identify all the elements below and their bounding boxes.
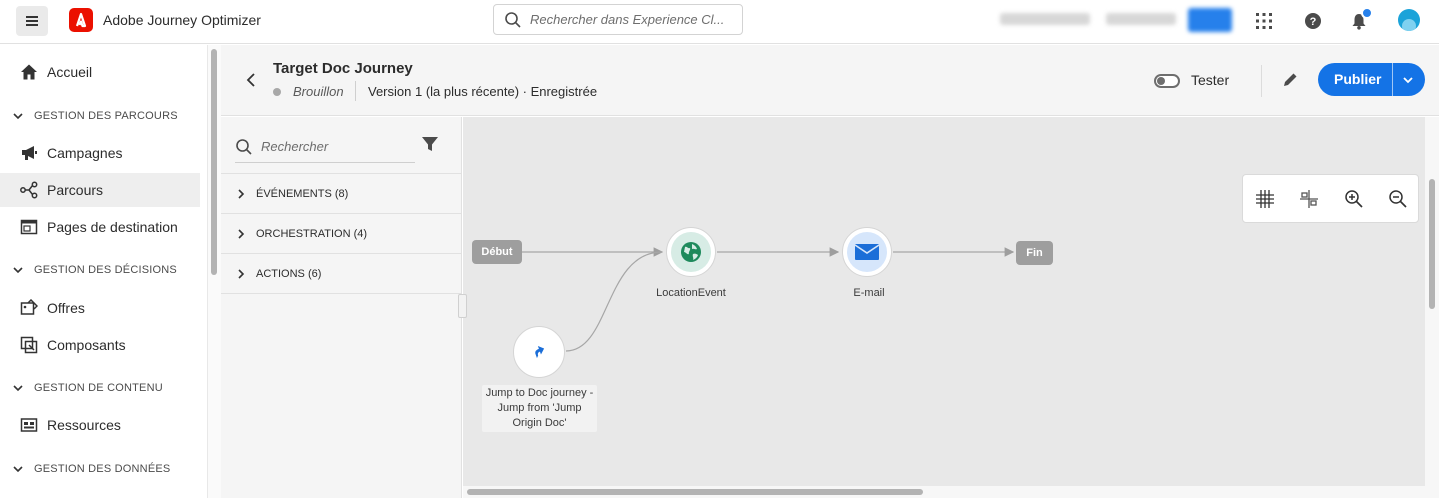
zoom-in-icon — [1345, 190, 1363, 208]
globe-icon — [671, 232, 711, 272]
canvas-vertical-scrollbar[interactable] — [1425, 117, 1439, 498]
email-label: E-mail — [853, 287, 885, 299]
jump-arrow-icon — [535, 346, 545, 359]
end-node[interactable]: Fin — [1016, 241, 1053, 265]
canvas-connectors — [522, 247, 1015, 352]
zoom-in-button[interactable] — [1343, 188, 1365, 210]
location-event-label: LocationEvent — [656, 287, 726, 299]
zoom-out-button[interactable] — [1387, 188, 1409, 210]
grid-toggle-button[interactable] — [1254, 188, 1276, 210]
zoom-out-icon — [1389, 190, 1407, 208]
jump-node[interactable] — [513, 326, 565, 378]
location-event-node[interactable] — [666, 227, 716, 277]
canvas-horizontal-scrollbar[interactable] — [463, 486, 1425, 498]
grid-icon — [1256, 190, 1274, 208]
auto-align-button[interactable] — [1298, 188, 1320, 210]
canvas-zoom-toolbar — [1242, 174, 1419, 223]
jump-label: Jump to Doc journey - Jump from 'Jump Or… — [482, 385, 597, 432]
connector-jump-location — [565, 251, 663, 352]
start-node[interactable]: Début — [472, 240, 522, 264]
canvas-vertical-scrollbar-thumb[interactable] — [1429, 179, 1435, 309]
canvas-horizontal-scrollbar-thumb[interactable] — [467, 489, 923, 495]
envelope-icon — [847, 232, 887, 272]
align-icon — [1300, 190, 1318, 208]
email-node[interactable] — [842, 227, 892, 277]
